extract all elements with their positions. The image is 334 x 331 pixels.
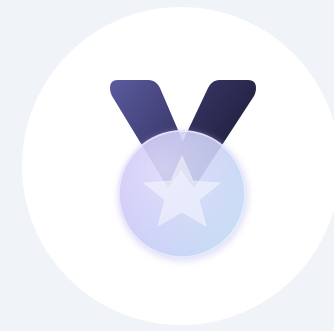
medal-illustration-canvas xyxy=(0,0,334,331)
medal-icon xyxy=(110,80,256,262)
medal-coin xyxy=(117,130,249,262)
